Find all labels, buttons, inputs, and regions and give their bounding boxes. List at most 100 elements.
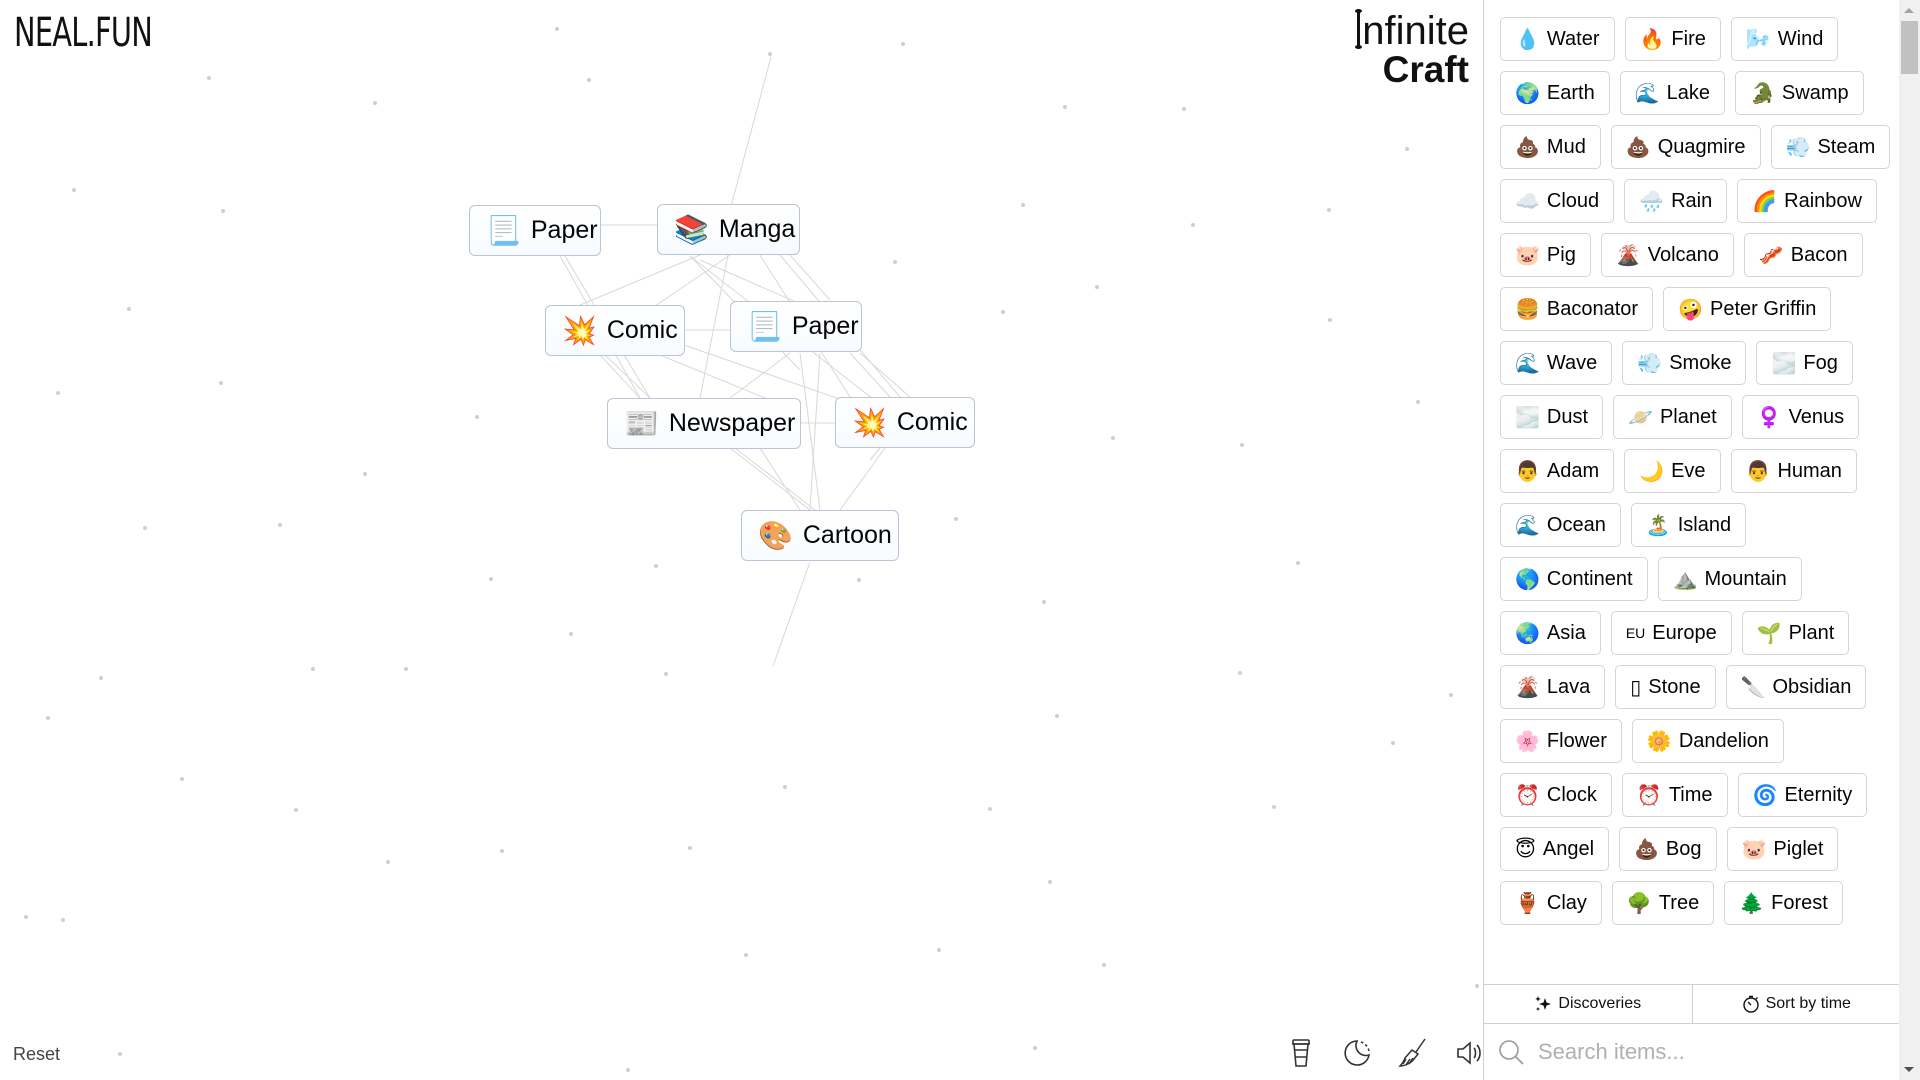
item-label: Earth [1546,81,1595,104]
item-tree[interactable]: 🌳 Tree [1611,881,1715,925]
particle [373,101,377,105]
item-adam[interactable]: 👨 Adam [1500,449,1615,493]
particle [1416,400,1420,404]
item-emoji-icon: 🪐 [1628,405,1653,429]
item-mountain[interactable]: ⛰️ Mountain [1657,557,1802,601]
scrollbar-thumb[interactable] [1901,21,1918,74]
search-input[interactable] [1538,1039,1878,1065]
item-continent[interactable]: 🌎 Continent [1500,557,1648,601]
item-planet[interactable]: 🪐 Planet [1613,395,1732,439]
item-volcano[interactable]: 🌋 Volcano [1600,233,1734,277]
item-plant[interactable]: 🌱 Plant [1741,611,1850,655]
item-dust[interactable]: 🌫️ Dust [1500,395,1604,439]
particle [555,27,559,31]
particle [1328,318,1332,322]
node-label: Manga [718,215,796,243]
clear-button[interactable] [1396,1036,1430,1070]
item-steam[interactable]: 💨 Steam [1770,125,1891,169]
crafting-canvas[interactable]: NEAL.FUN nfinite Craft 📃 Paper 📚 Manga 💥… [0,0,1484,1080]
item-smoke[interactable]: 💨 Smoke [1622,341,1747,385]
item-clock[interactable]: ⏰ Clock [1500,773,1612,817]
item-swamp[interactable]: 🐊 Swamp [1735,71,1864,115]
particle [61,918,65,922]
infinite-craft-app: NEAL.FUN nfinite Craft 📃 Paper 📚 Manga 💥… [0,0,1920,1080]
item-obsidian[interactable]: 🔪 Obsidian [1725,665,1867,709]
item-lava[interactable]: 🌋 Lava [1500,665,1606,709]
sidebar-scrollbar[interactable] [1899,0,1920,1080]
scroll-up-arrow-icon[interactable] [1904,8,1914,13]
item-time[interactable]: ⏰ Time [1621,773,1728,817]
item-label: Mountain [1704,567,1787,590]
item-ocean[interactable]: 🌊 Ocean [1500,503,1621,547]
item-emoji-icon: 🌍 [1515,81,1540,105]
item-fog[interactable]: 🌫️ Fog [1756,341,1853,385]
item-asia[interactable]: 🌏 Asia [1500,611,1601,655]
item-stone[interactable]: ▯ Stone [1615,665,1716,709]
canvas-node-paper-2[interactable]: 📃 Paper [730,301,862,352]
item-forest[interactable]: 🌲 Forest [1724,881,1843,925]
item-human[interactable]: 👨 Human [1730,449,1857,493]
item-label: Mud [1546,135,1586,158]
item-baconator[interactable]: 🍔 Baconator [1500,287,1654,331]
item-label: Eternity [1784,783,1853,806]
particle [386,860,390,864]
item-emoji-icon: 🌼 [1646,729,1672,753]
item-flower[interactable]: 🌸 Flower [1500,719,1622,763]
item-piglet[interactable]: 🐷 Piglet [1726,827,1839,871]
item-rain[interactable]: 🌧️ Rain [1624,179,1728,223]
canvas-node-cartoon[interactable]: 🎨 Cartoon [741,510,899,561]
canvas-node-newspaper[interactable]: 📰 Newspaper [607,398,801,449]
item-label: Clay [1546,891,1587,914]
canvas-node-paper[interactable]: 📃 Paper [469,205,601,256]
items-sidebar: 💧 Water 🔥 Fire 🌬️ Wind 🌍 Earth 🌊 Lake 🐊 Swamp 💩 Mud 💩 Q… [1483,0,1901,1080]
particle [1063,105,1067,109]
reset-button[interactable]: Reset [13,1044,60,1065]
items-list[interactable]: 💧 Water 🔥 Fire 🌬️ Wind 🌍 Earth 🌊 Lake 🐊 Swamp 💩 Mud 💩 Q… [1484,0,1900,984]
item-label: Flower [1546,729,1607,752]
item-lake[interactable]: 🌊 Lake [1619,71,1725,115]
item-earth[interactable]: 🌍 Earth [1500,71,1610,115]
coffee-button[interactable] [1284,1036,1318,1070]
particle [72,188,76,192]
item-pig[interactable]: 🐷 Pig [1500,233,1591,277]
particle [1296,561,1300,565]
canvas-node-comic-2[interactable]: 💥 Comic [835,397,975,448]
item-fire[interactable]: 🔥 Fire [1624,17,1721,61]
item-island[interactable]: 🏝️ Island [1630,503,1747,547]
particle [118,1052,122,1056]
item-dandelion[interactable]: 🌼 Dandelion [1631,719,1784,763]
canvas-node-manga[interactable]: 📚 Manga [657,204,800,255]
item-bacon[interactable]: 🥓 Bacon [1743,233,1863,277]
item-eternity[interactable]: 🌀 Eternity [1737,773,1868,817]
item-eve[interactable]: 🌙 Eve [1624,449,1721,493]
dark-mode-button[interactable] [1340,1036,1374,1070]
item-wave[interactable]: 🌊 Wave [1500,341,1613,385]
item-clay[interactable]: 🏺 Clay [1500,881,1602,925]
item-label: Peter Griffin [1709,297,1817,320]
item-emoji-icon: ▯ [1630,675,1642,699]
discoveries-tab[interactable]: Discoveries [1484,985,1692,1023]
particle [207,76,211,80]
particle [1048,880,1052,884]
item-wind[interactable]: 🌬️ Wind [1730,17,1839,61]
item-mud[interactable]: 💩 Mud [1500,125,1601,169]
item-quagmire[interactable]: 💩 Quagmire [1610,125,1761,169]
scroll-down-arrow-icon[interactable] [1904,1067,1914,1072]
item-angel[interactable]: 😇 Angel [1500,827,1610,871]
item-venus[interactable]: ♀️ Venus [1741,395,1860,439]
item-emoji-icon: 🏝️ [1645,513,1671,537]
item-water[interactable]: 💧 Water [1500,17,1615,61]
canvas-node-comic[interactable]: 💥 Comic [545,305,685,356]
item-emoji-icon: 😇 [1515,837,1536,861]
item-peter-griffin[interactable]: 🤪 Peter Griffin [1663,287,1832,331]
item-bog[interactable]: 💩 Bog [1619,827,1717,871]
item-europe[interactable]: EU Europe [1610,611,1732,655]
item-label: Planet [1659,405,1717,428]
item-rainbow[interactable]: 🌈 Rainbow [1737,179,1877,223]
item-emoji-icon: 🏺 [1515,891,1540,915]
sort-by-time-tab[interactable]: Sort by time [1691,985,1901,1023]
neal-fun-logo[interactable]: NEAL.FUN [14,10,153,56]
particle [180,777,184,781]
item-cloud[interactable]: ☁️ Cloud [1500,179,1615,223]
sound-button[interactable] [1452,1036,1484,1070]
